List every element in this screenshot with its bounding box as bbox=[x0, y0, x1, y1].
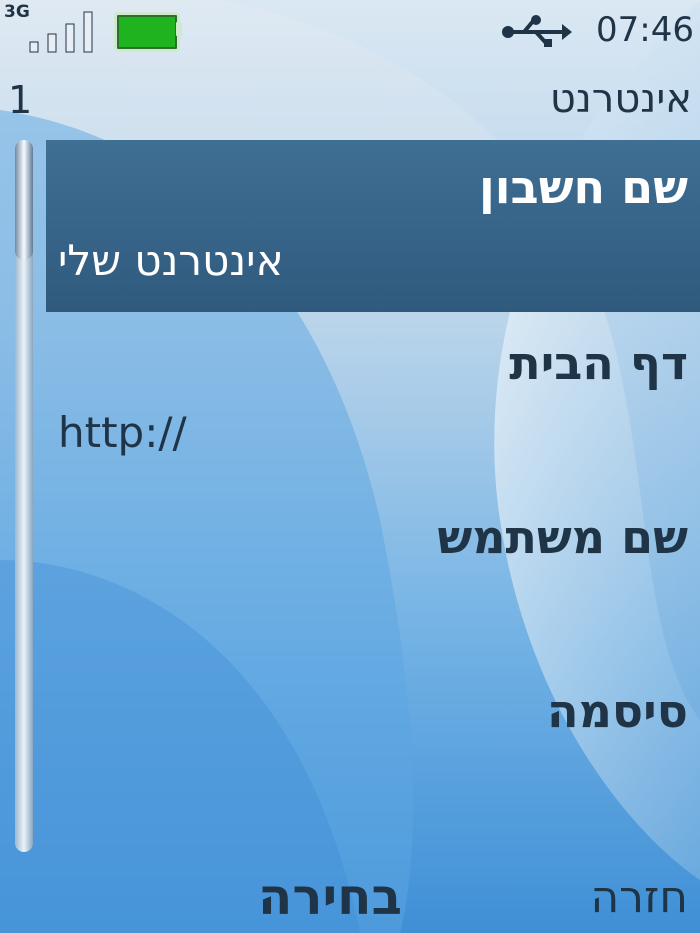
select-softkey[interactable]: בחירה bbox=[258, 868, 402, 926]
list-item-username[interactable]: שם משתמש bbox=[46, 500, 700, 660]
list-item-label: סיסמה bbox=[547, 684, 688, 738]
battery-icon bbox=[114, 12, 180, 52]
list-item-homepage[interactable]: דף הבית http:// bbox=[46, 320, 700, 480]
usb-icon bbox=[502, 15, 572, 47]
list-item-password[interactable]: סיסמה bbox=[46, 670, 700, 830]
list-item-label: שם משתמש bbox=[437, 510, 688, 564]
network-type-indicator: 3G bbox=[4, 2, 30, 22]
scrollbar-thumb[interactable] bbox=[15, 140, 33, 260]
signal-icon bbox=[29, 11, 93, 53]
list-item-label: שם חשבון bbox=[478, 160, 688, 214]
scrollbar[interactable] bbox=[15, 140, 33, 852]
list-item-value: http:// bbox=[58, 408, 187, 457]
status-bar: 3G 07:46 bbox=[0, 0, 700, 70]
list-item-value: אינטרנט שלי bbox=[58, 236, 284, 285]
list-item-account-name[interactable]: שם חשבון אינטרנט שלי bbox=[46, 140, 700, 312]
back-softkey[interactable]: חזרה bbox=[590, 872, 688, 923]
title-bar: 1 אינטרנט bbox=[0, 76, 700, 126]
softkey-bar: בחירה חזרה bbox=[0, 860, 700, 933]
page-number: 1 bbox=[8, 78, 33, 122]
page-title: אינטרנט bbox=[549, 76, 692, 122]
battery-terminal bbox=[176, 22, 182, 36]
clock: 07:46 bbox=[596, 10, 694, 50]
list-item-label: דף הבית bbox=[509, 336, 688, 390]
